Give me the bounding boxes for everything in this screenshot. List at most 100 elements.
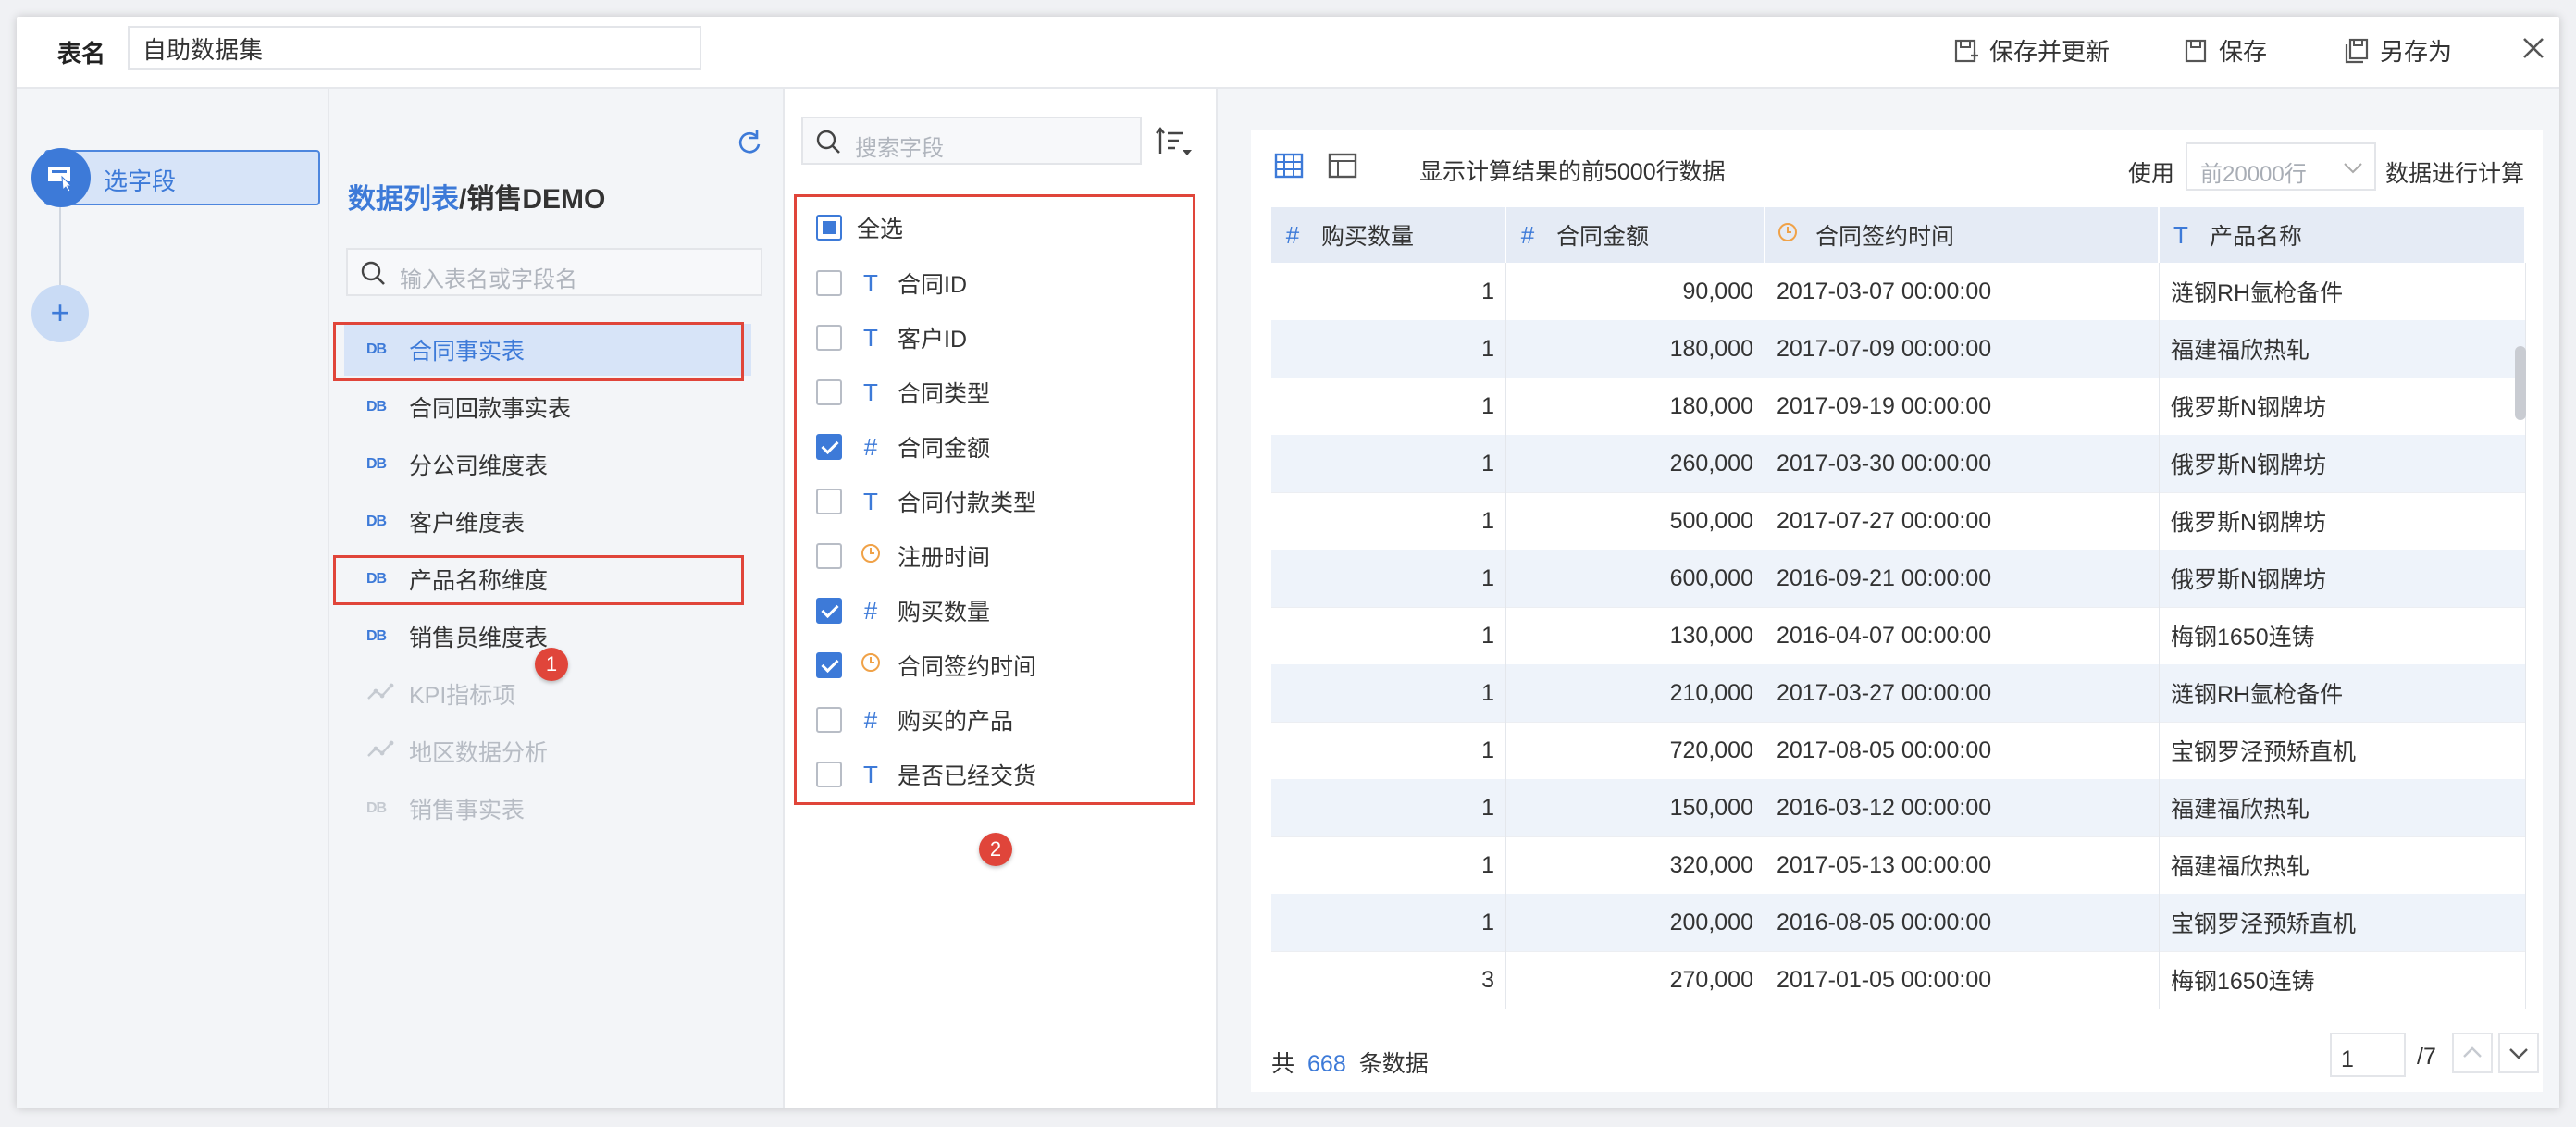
- table-item-contract-payment-fact[interactable]: DB 合同回款事实表: [344, 381, 751, 433]
- table-row: 1 600,000 2016-09-21 00:00:00 俄罗斯N钢牌坊: [1271, 550, 2526, 608]
- breadcrumb-data-list-link[interactable]: 数据列表: [348, 184, 459, 215]
- table-name-input[interactable]: [128, 26, 701, 70]
- table-scrollbar[interactable]: [2515, 346, 2526, 420]
- calc-label: 数据进行计算: [2385, 161, 2525, 187]
- table-row: 1 180,000 2017-09-19 00:00:00 俄罗斯N钢牌坊: [1271, 378, 2526, 436]
- table-item-sales-fact[interactable]: DB 销售事实表: [344, 783, 751, 835]
- database-table-icon: DB: [366, 628, 387, 644]
- table-row: 1 260,000 2017-03-30 00:00:00 俄罗斯N钢牌坊: [1271, 435, 2526, 493]
- table-item-branch-dimension[interactable]: DB 分公司维度表: [344, 439, 751, 490]
- column-header-product-name[interactable]: T 产品名称: [2160, 207, 2526, 263]
- column-header-quantity[interactable]: # 购买数量: [1271, 207, 1506, 263]
- table-row: 1 320,000 2017-05-13 00:00:00 福建福欣热轧: [1271, 836, 2526, 895]
- table-item-region-analysis[interactable]: 地区数据分析: [344, 725, 751, 777]
- field-label: 购买的产品: [898, 709, 1014, 735]
- sort-icon[interactable]: [1155, 124, 1195, 161]
- field-checkbox[interactable]: [816, 652, 842, 678]
- field-checkbox[interactable]: [816, 762, 842, 787]
- text-type-icon: T: [863, 268, 878, 297]
- layout-view-icon[interactable]: [1327, 150, 1358, 181]
- row-limit-select[interactable]: 前20000行: [2186, 142, 2376, 191]
- table-item-product-name-dimension[interactable]: DB 产品名称维度: [344, 553, 751, 605]
- clock-type-icon: [857, 651, 885, 680]
- save-and-update-label: 保存并更新: [1989, 38, 2111, 66]
- field-checkbox[interactable]: [816, 489, 842, 514]
- field-row-register-time[interactable]: 注册时间: [799, 528, 1197, 584]
- text-type-icon: T: [863, 323, 878, 352]
- table-item-customer-dimension[interactable]: DB 客户维度表: [344, 496, 751, 548]
- annotation-badge-2: 2: [979, 833, 1012, 866]
- save-as-button[interactable]: 另存为: [2343, 33, 2452, 68]
- table-item-label: KPI指标项: [409, 683, 516, 709]
- close-icon[interactable]: [2517, 31, 2550, 65]
- field-row-delivered[interactable]: T 是否已经交货: [799, 747, 1197, 802]
- field-checkbox[interactable]: [816, 543, 842, 569]
- use-label: 使用: [2128, 161, 2175, 187]
- field-row-contract-type[interactable]: T 合同类型: [799, 365, 1197, 420]
- grid-view-icon[interactable]: [1273, 150, 1305, 181]
- field-row-customer-id[interactable]: T 客户ID: [799, 310, 1197, 365]
- add-step-button[interactable]: +: [31, 285, 89, 342]
- table-list-panel: 数据列表/销售DEMO 输入表名或字段名 DB 合同事实表 DB 合同回款事实表 D…: [329, 89, 785, 1108]
- breadcrumb-current: 销售DEMO: [466, 184, 606, 215]
- field-checkbox[interactable]: [816, 325, 842, 351]
- field-row-contract-amount[interactable]: # 合同金额: [799, 419, 1197, 475]
- table-item-label: 产品名称维度: [409, 568, 549, 594]
- clock-type-icon: [857, 542, 885, 571]
- table-item-contract-fact[interactable]: DB 合同事实表: [344, 324, 751, 376]
- search-icon: [816, 130, 840, 154]
- field-label: 注册时间: [898, 545, 991, 571]
- column-header-sign-time[interactable]: 合同签约时间: [1765, 207, 2160, 263]
- preview-tip: 显示计算结果的前5000行数据: [1419, 159, 1726, 185]
- select-all-checkbox[interactable]: [816, 215, 842, 241]
- chevron-up-icon: [2463, 1046, 2482, 1058]
- page-number-input[interactable]: [2330, 1033, 2406, 1077]
- field-label: 购买数量: [898, 600, 991, 625]
- select-all-row[interactable]: 全选: [799, 200, 1197, 255]
- field-search-input[interactable]: 搜索字段: [801, 117, 1142, 165]
- table-search-input[interactable]: 输入表名或字段名: [346, 248, 762, 296]
- field-row-purchase-quantity[interactable]: # 购买数量: [799, 583, 1197, 638]
- database-table-icon: DB: [366, 800, 387, 816]
- column-header-amount[interactable]: # 合同金额: [1506, 207, 1765, 263]
- save-button[interactable]: 保存: [2182, 33, 2267, 68]
- table-item-label: 销售员维度表: [409, 625, 549, 651]
- next-page-button[interactable]: [2498, 1033, 2539, 1073]
- table-item-label: 合同事实表: [409, 339, 526, 365]
- table-name-label: 表名: [57, 40, 106, 68]
- database-table-icon: DB: [366, 399, 387, 415]
- prev-page-button[interactable]: [2452, 1033, 2493, 1073]
- number-type-icon: #: [863, 432, 878, 461]
- breadcrumb: 数据列表/销售DEMO: [348, 176, 605, 217]
- field-row-purchased-product[interactable]: # 购买的产品: [799, 692, 1197, 748]
- field-label: 合同类型: [898, 381, 991, 407]
- database-table-icon: DB: [366, 341, 387, 357]
- header-bar: 表名 保存并更新 保存 另存为: [17, 17, 2559, 89]
- preview-panel: 显示计算结果的前5000行数据 使用 前20000行 数据进行计算 # 购买数量 …: [1218, 89, 2559, 1108]
- table-search-placeholder: 输入表名或字段名: [400, 267, 577, 292]
- field-label: 合同ID: [898, 272, 968, 298]
- field-checkbox[interactable]: [816, 379, 842, 405]
- chevron-down-icon: [2344, 163, 2362, 174]
- analysis-icon: [366, 739, 394, 764]
- step-panel: 选字段 +: [17, 89, 329, 1108]
- select-all-label: 全选: [857, 217, 904, 242]
- field-row-contract-id[interactable]: T 合同ID: [799, 255, 1197, 311]
- field-checkbox[interactable]: [816, 270, 842, 296]
- refresh-icon[interactable]: [735, 128, 764, 157]
- field-label: 是否已经交货: [898, 763, 1037, 789]
- table-item-label: 销售事实表: [409, 798, 526, 824]
- save-update-icon: [1954, 39, 1978, 62]
- field-row-payment-type[interactable]: T 合同付款类型: [799, 474, 1197, 529]
- database-table-icon: DB: [366, 571, 387, 587]
- field-row-contract-sign-time[interactable]: 合同签约时间: [799, 638, 1197, 693]
- field-checkbox[interactable]: [816, 707, 842, 733]
- clock-type-icon: [1777, 221, 1797, 250]
- field-label: 合同金额: [898, 436, 991, 462]
- number-type-icon: #: [863, 596, 878, 625]
- field-checkbox[interactable]: [816, 598, 842, 624]
- field-checkbox[interactable]: [816, 434, 842, 460]
- field-list-panel: 搜索字段 全选 T 合同ID T 客户ID T 合同类型 # 合同金额 T 合同付款类型 …: [785, 89, 1218, 1108]
- save-and-update-button[interactable]: 保存并更新: [1952, 33, 2110, 68]
- preview-card: 显示计算结果的前5000行数据 使用 前20000行 数据进行计算 # 购买数量 …: [1251, 130, 2543, 1092]
